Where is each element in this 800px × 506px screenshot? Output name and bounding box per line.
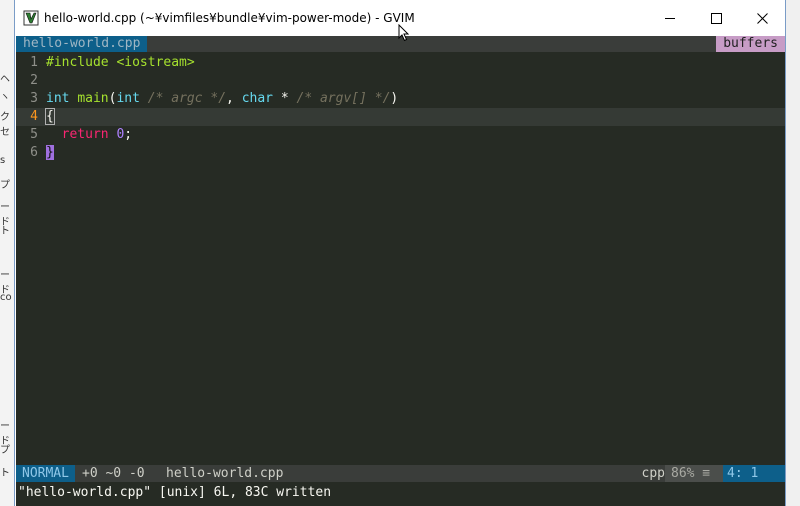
bg-char: クセ <box>0 112 10 138</box>
code-line[interactable]: 1 #include <iostream> <box>16 54 785 72</box>
maximize-button[interactable] <box>693 0 739 36</box>
maximize-icon <box>710 12 722 24</box>
minimize-icon <box>665 17 675 19</box>
code-token: , <box>226 91 242 106</box>
status-cursor-position: 4: 1 <box>723 465 785 482</box>
code-token: char <box>241 91 274 106</box>
background-desktop-strip: ヘ ヽ クセ s プ ード ト ード co ード プ ト <box>0 0 15 506</box>
buffers-label: buffers <box>716 36 785 52</box>
bg-char: プ <box>0 180 10 191</box>
code-token: return <box>61 127 109 142</box>
code-line[interactable]: 4{ <box>16 108 785 126</box>
minimize-button[interactable] <box>647 0 693 36</box>
code-token: /* argv[] */ <box>296 91 391 106</box>
line-number: 2 <box>30 73 38 88</box>
close-button[interactable] <box>739 0 785 36</box>
vim-editor-area[interactable]: hello-world.cpp buffers 1 #include <iostr… <box>16 36 785 506</box>
line-number: 5 <box>30 127 38 142</box>
bg-char: co <box>0 292 12 303</box>
bg-char: s <box>0 155 6 166</box>
tab-hello-world[interactable]: hello-world.cpp <box>16 36 148 52</box>
git-hunks: +0 ~0 -0 <box>82 466 145 481</box>
mode-indicator: NORMAL <box>16 465 75 482</box>
statusline: NORMAL +0 ~0 -0 hello-world.cpp cpp 86% … <box>16 465 785 482</box>
code-token: ) <box>390 91 399 106</box>
bg-char: ヽ <box>0 92 10 103</box>
code-token: #include <iostream> <box>46 55 195 70</box>
code-line[interactable]: 5 return 0; <box>16 126 785 144</box>
mouse-pointer-icon <box>398 24 410 42</box>
line-number: 3 <box>30 91 38 106</box>
code-token: int <box>116 91 140 106</box>
code-token: * <box>273 91 297 106</box>
code-token: } <box>46 145 54 160</box>
code-line[interactable]: 6} <box>16 144 785 162</box>
status-filetype: cpp <box>641 466 665 481</box>
code-line[interactable]: 2 <box>16 72 785 90</box>
code-token: /* argc */ <box>147 91 227 106</box>
code-token: int <box>46 91 70 106</box>
close-icon <box>756 12 768 24</box>
command-line[interactable]: "hello-world.cpp" [unix] 6L, 83C written <box>16 483 785 506</box>
code-token: main <box>77 91 109 106</box>
code-token: ; <box>124 127 133 142</box>
line-number: 1 <box>30 55 38 70</box>
code-token: { <box>45 108 55 125</box>
bg-char: ト <box>0 226 10 237</box>
window-title: hello-world.cpp (~¥vimfiles¥bundle¥vim-p… <box>44 11 415 25</box>
bg-char: プ <box>0 445 10 456</box>
line-number: 4 <box>30 109 38 124</box>
code-line[interactable]: 3 int main(int /* argc */, char * /* argv… <box>16 90 785 108</box>
line-number: 6 <box>30 145 38 160</box>
gvim-window: hello-world.cpp (~¥vimfiles¥bundle¥vim-p… <box>14 0 786 506</box>
bg-char: ト <box>0 468 10 479</box>
status-percent: 86% ≡ <box>665 465 725 482</box>
status-filename: hello-world.cpp <box>166 466 284 481</box>
code-buffer[interactable]: 1 #include <iostream> 2 3 int main(int /* ar… <box>16 54 785 162</box>
bg-char: ヘ <box>0 74 10 85</box>
gvim-app-icon[interactable] <box>23 10 39 26</box>
